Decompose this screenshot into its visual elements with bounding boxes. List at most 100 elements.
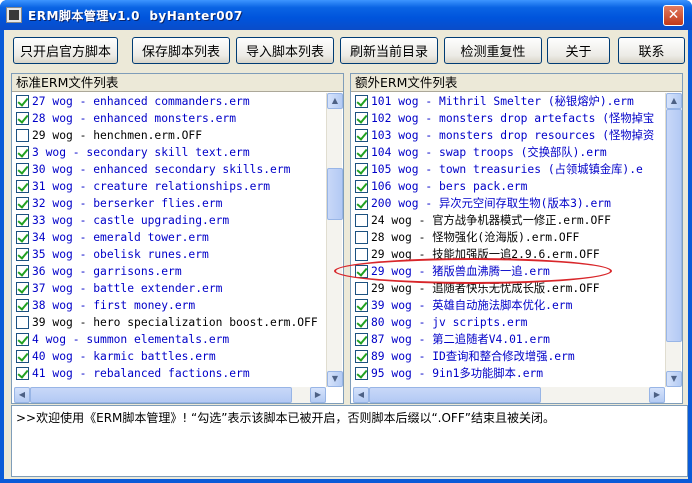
right-vertical-scrollbar[interactable]: ▲ ▼ xyxy=(665,93,682,387)
enable-checkbox[interactable] xyxy=(16,333,29,346)
enable-checkbox[interactable] xyxy=(355,282,368,295)
enable-checkbox[interactable] xyxy=(16,180,29,193)
window-title: ERM脚本管理v1.0 byHanter007 xyxy=(28,9,243,23)
enable-checkbox[interactable] xyxy=(355,231,368,244)
enable-checkbox[interactable] xyxy=(355,367,368,380)
scroll-right-arrow-icon[interactable]: ▶ xyxy=(649,387,665,403)
enable-checkbox[interactable] xyxy=(16,316,29,329)
enable-checkbox[interactable] xyxy=(16,299,29,312)
enable-checkbox[interactable] xyxy=(355,163,368,176)
contact-button[interactable]: 联系 xyxy=(618,37,685,64)
save-list-button[interactable]: 保存脚本列表 xyxy=(132,37,230,64)
script-filename: 102 wog - monsters drop artefacts (怪物掉宝 xyxy=(371,112,655,125)
extra-erm-header: 额外ERM文件列表 xyxy=(351,74,682,92)
script-filename: 29 wog - 技能加强版一追2.9.6.erm.OFF xyxy=(371,248,600,261)
standard-erm-header: 标准ERM文件列表 xyxy=(12,74,343,92)
script-filename: 24 wog - 官方战争机器模式一修正.erm.OFF xyxy=(371,214,611,227)
enable-checkbox[interactable] xyxy=(355,95,368,108)
script-filename: 106 wog - bers pack.erm xyxy=(371,180,528,193)
left-horizontal-scrollbar[interactable]: ◀ ▶ xyxy=(14,387,326,403)
standard-erm-panel: 标准ERM文件列表 27 wog - enhanced commanders.e… xyxy=(11,73,344,404)
scroll-thumb[interactable] xyxy=(666,109,682,342)
script-filename: 89 wog - ID查询和整合修改增强.erm xyxy=(371,350,575,363)
scroll-down-arrow-icon[interactable]: ▼ xyxy=(666,371,682,387)
script-filename: 34 wog - emerald tower.erm xyxy=(32,231,209,244)
enable-checkbox[interactable] xyxy=(16,350,29,363)
enable-checkbox[interactable] xyxy=(16,231,29,244)
scroll-thumb[interactable] xyxy=(30,387,292,403)
script-filename: 104 wog - swap troops (交换部队).erm xyxy=(371,146,607,159)
enable-checkbox[interactable] xyxy=(355,112,368,125)
script-filename: 29 wog - 追随者快乐无忧成长版.erm.OFF xyxy=(371,282,600,295)
right-horizontal-scrollbar[interactable]: ◀ ▶ xyxy=(353,387,665,403)
script-filename: 40 wog - karmic battles.erm xyxy=(32,350,216,363)
check-duplicates-button[interactable]: 检测重复性 xyxy=(444,37,542,64)
enable-checkbox[interactable] xyxy=(355,146,368,159)
app-icon xyxy=(6,7,22,23)
scroll-left-arrow-icon[interactable]: ◀ xyxy=(353,387,369,403)
client-area: 只开启官方脚本 保存脚本列表 导入脚本列表 刷新当前目录 检测重复性 关于 联系… xyxy=(4,30,688,479)
script-filename: 103 wog - monsters drop resources (怪物掉资 xyxy=(371,129,655,142)
left-vertical-scrollbar[interactable]: ▲ ▼ xyxy=(326,93,343,387)
script-filename: 105 wog - town treasuries (占领城镇金库).e xyxy=(371,163,643,176)
import-list-button[interactable]: 导入脚本列表 xyxy=(236,37,334,64)
script-filename: 80 wog - jv scripts.erm xyxy=(371,316,528,329)
enable-checkbox[interactable] xyxy=(16,248,29,261)
script-filename: 32 wog - berserker flies.erm xyxy=(32,197,223,210)
scroll-up-arrow-icon[interactable]: ▲ xyxy=(666,93,682,109)
enable-checkbox[interactable] xyxy=(16,95,29,108)
extra-erm-panel: 额外ERM文件列表 101 wog - Mithril Smelter (秘银熔… xyxy=(350,73,683,404)
script-filename: 4 wog - summon elementals.erm xyxy=(32,333,230,346)
scroll-left-arrow-icon[interactable]: ◀ xyxy=(14,387,30,403)
enable-checkbox[interactable] xyxy=(355,299,368,312)
scroll-right-arrow-icon[interactable]: ▶ xyxy=(310,387,326,403)
script-filename: 95 wog - 9in1多功能脚本.erm xyxy=(371,367,544,380)
script-filename: 37 wog - battle extender.erm xyxy=(32,282,223,295)
app-window: ERM脚本管理v1.0 byHanter007 ✕ 只开启官方脚本 保存脚本列表… xyxy=(0,0,692,483)
scroll-up-arrow-icon[interactable]: ▲ xyxy=(327,93,343,109)
script-filename: 101 wog - Mithril Smelter (秘银熔炉).erm xyxy=(371,95,634,108)
enable-checkbox[interactable] xyxy=(16,367,29,380)
enable-checkbox[interactable] xyxy=(355,316,368,329)
enable-checkbox[interactable] xyxy=(16,265,29,278)
script-filename: 87 wog - 第二追随者V4.01.erm xyxy=(371,333,550,346)
enable-checkbox[interactable] xyxy=(355,333,368,346)
enable-checkbox[interactable] xyxy=(16,146,29,159)
enable-checkbox[interactable] xyxy=(16,129,29,142)
scroll-down-arrow-icon[interactable]: ▼ xyxy=(327,371,343,387)
script-filename: 36 wog - garrisons.erm xyxy=(32,265,182,278)
enable-checkbox[interactable] xyxy=(355,197,368,210)
enable-checkbox[interactable] xyxy=(355,248,368,261)
enable-checkbox[interactable] xyxy=(16,112,29,125)
enable-checkbox[interactable] xyxy=(16,197,29,210)
script-filename: 33 wog - castle upgrading.erm xyxy=(32,214,230,227)
enable-checkbox[interactable] xyxy=(355,265,368,278)
script-filename: 29 wog - 猪版兽血沸腾一追.erm xyxy=(371,265,550,278)
script-filename: 39 wog - 英雄自动施法脚本优化.erm xyxy=(371,299,573,312)
title-bar[interactable]: ERM脚本管理v1.0 byHanter007 ✕ xyxy=(0,0,692,30)
script-filename: 39 wog - hero specialization boost.erm.O… xyxy=(32,316,318,329)
enable-checkbox[interactable] xyxy=(16,282,29,295)
script-filename: 31 wog - creature relationships.erm xyxy=(32,180,271,193)
status-log: >>欢迎使用《ERM脚本管理》! “勾选”表示该脚本已被开启，否则脚本后缀以“.… xyxy=(11,405,688,477)
script-filename: 27 wog - enhanced commanders.erm xyxy=(32,95,250,108)
scroll-thumb[interactable] xyxy=(327,168,343,220)
script-filename: 200 wog - 异次元空间存取生物(版本3).erm xyxy=(371,197,611,210)
enable-checkbox[interactable] xyxy=(355,214,368,227)
enable-checkbox[interactable] xyxy=(16,163,29,176)
script-filename: 29 wog - henchmen.erm.OFF xyxy=(32,129,203,142)
enable-checkbox[interactable] xyxy=(355,180,368,193)
refresh-dir-button[interactable]: 刷新当前目录 xyxy=(340,37,438,64)
enable-checkbox[interactable] xyxy=(355,129,368,142)
enable-checkbox[interactable] xyxy=(355,350,368,363)
script-filename: 38 wog - first money.erm xyxy=(32,299,196,312)
official-only-button[interactable]: 只开启官方脚本 xyxy=(13,37,118,64)
about-button[interactable]: 关于 xyxy=(547,37,610,64)
scroll-thumb[interactable] xyxy=(369,387,541,403)
script-filename: 41 wog - rebalanced factions.erm xyxy=(32,367,250,380)
script-filename: 28 wog - 怪物强化(沧海版).erm.OFF xyxy=(371,231,580,244)
enable-checkbox[interactable] xyxy=(16,214,29,227)
script-filename: 30 wog - enhanced secondary skills.erm xyxy=(32,163,291,176)
close-button[interactable]: ✕ xyxy=(663,5,684,26)
script-filename: 3 wog - secondary skill text.erm xyxy=(32,146,250,159)
